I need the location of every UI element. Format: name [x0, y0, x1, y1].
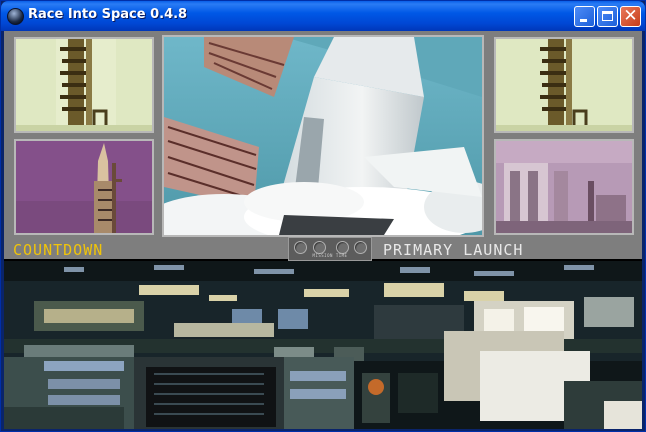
mission-control-console [4, 261, 642, 429]
launch-view-panel: COUNTDOWN MISSION TIME PRIMARY LAUNCH [4, 31, 642, 261]
app-window: Race Into Space 0.4.8 ✕ COUNTDOWN MISSIO… [0, 0, 646, 432]
vehicle-assembly-building-image [496, 141, 632, 233]
mission-control-room-image [4, 261, 642, 429]
primary-launch-status: PRIMARY LAUNCH [383, 241, 524, 259]
pad-camera-left-bottom [14, 139, 154, 235]
maximize-button[interactable] [597, 6, 618, 27]
tower-camera-left-top [14, 37, 154, 133]
launch-tower-image [16, 39, 152, 131]
countdown-status: COUNTDOWN [13, 241, 104, 259]
assembly-camera-right-bottom [494, 139, 634, 235]
window-title: Race Into Space 0.4.8 [28, 7, 188, 22]
mission-time-clock: MISSION TIME [288, 237, 372, 261]
maximize-icon [602, 11, 613, 21]
launch-tower-image-right [496, 39, 632, 131]
game-screen: COUNTDOWN MISSION TIME PRIMARY LAUNCH [4, 31, 642, 429]
rocket-on-pad-image [16, 141, 152, 233]
rocket-liftoff-image [164, 37, 482, 235]
title-bar[interactable]: Race Into Space 0.4.8 ✕ [1, 1, 645, 31]
app-icon[interactable] [7, 8, 24, 25]
close-button[interactable]: ✕ [620, 6, 641, 27]
minimize-button[interactable] [574, 6, 595, 27]
mission-time-label: MISSION TIME [312, 253, 348, 258]
launch-video-view [162, 35, 484, 237]
minimize-icon [580, 19, 587, 22]
close-icon: ✕ [623, 6, 638, 26]
tower-camera-right-top [494, 37, 634, 133]
